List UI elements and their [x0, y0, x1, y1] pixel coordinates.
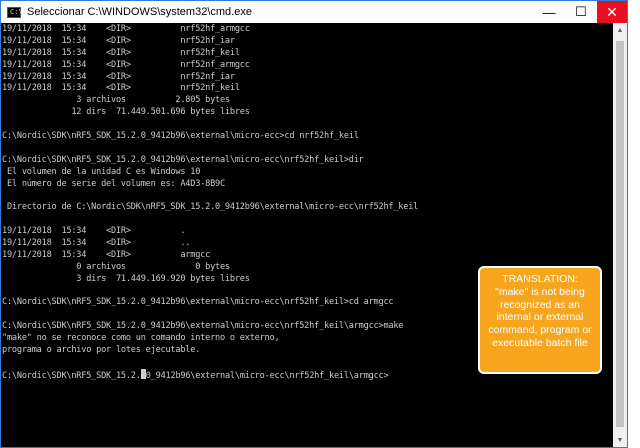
console-line: programa o archivo por lotes ejecutable.: [2, 345, 201, 356]
vertical-scrollbar[interactable]: ▲ ▼: [613, 23, 627, 447]
console-line: C:\Nordic\SDK\nRF5_SDK_15.2.0_9412b96\ex…: [2, 297, 394, 308]
callout-body: "make" is not being recognized as an int…: [488, 285, 592, 349]
console-line: 19/11/2018 15:34 <DIR> nrf52nf_keil: [2, 83, 240, 94]
cmd-icon-label: C:\: [10, 7, 23, 16]
console-line: 19/11/2018 15:34 <DIR> nrf52nf_iar: [2, 71, 235, 82]
window-title: Seleccionar C:\WINDOWS\system32\cmd.exe: [27, 6, 252, 18]
console-line: El número de serie del volumen es: A4D3-…: [2, 178, 225, 189]
console-line: 19/11/2018 15:34 <DIR> nrf52hf_iar: [2, 35, 235, 46]
console-line: "make" no se reconoce como un comando in…: [2, 333, 280, 344]
console-line: C:\Nordic\SDK\nRF5_SDK_15.2.0_9412b96\ex…: [2, 321, 404, 332]
console-line: 0 archivos 0 bytes: [2, 261, 230, 272]
prompt-line[interactable]: C:\Nordic\SDK\nRF5_SDK_15.2. 0_9412b96\ex…: [2, 368, 418, 381]
console-line: 12 dirs 71.449.501.696 bytes libres: [2, 107, 250, 118]
prompt-text-start: C:\Nordic\SDK\nRF5_SDK_15.2.: [2, 370, 141, 381]
console-line: 19/11/2018 15:34 <DIR> ..: [2, 238, 191, 249]
scroll-down-arrow-icon[interactable]: ▼: [613, 433, 627, 447]
console-line: 3 archivos 2.805 bytes: [2, 95, 230, 106]
translation-callout: TRANSLATION: "make" is not being recogni…: [478, 266, 602, 374]
console-line: Directorio de C:\Nordic\SDK\nRF5_SDK_15.…: [2, 202, 419, 213]
window-controls: — ☐ ✕: [533, 1, 627, 23]
scroll-up-arrow-icon[interactable]: ▲: [613, 23, 627, 37]
maximize-button[interactable]: ☐: [565, 1, 597, 23]
callout-heading: TRANSLATION:: [502, 273, 578, 285]
console-area[interactable]: 19/11/2018 15:34 <DIR> nrf52hf_armgcc 19…: [1, 23, 613, 447]
console-line: 3 dirs 71.449.169.920 bytes libres: [2, 273, 250, 284]
title-bar[interactable]: C:\ Seleccionar C:\WINDOWS\system32\cmd.…: [1, 1, 627, 23]
console-line: 19/11/2018 15:34 <DIR> .: [2, 226, 186, 237]
cmd-icon: C:\: [7, 6, 23, 18]
console-line: 19/11/2018 15:34 <DIR> nrf52nf_armgcc: [2, 59, 250, 70]
console-line: C:\Nordic\SDK\nRF5_SDK_15.2.0_9412b96\ex…: [2, 154, 364, 165]
prompt-text-end: 0_9412b96\external\micro-ecc\nrf52hf_kei…: [145, 370, 389, 381]
console-line: 19/11/2018 15:34 <DIR> armgcc: [2, 249, 211, 260]
console-line: 19/11/2018 15:34 <DIR> nrf52hf_armgcc: [2, 24, 250, 34]
close-button[interactable]: ✕: [597, 1, 627, 23]
cmd-window: C:\ Seleccionar C:\WINDOWS\system32\cmd.…: [0, 0, 628, 448]
scrollbar-thumb[interactable]: [616, 41, 624, 427]
console-line: El volumen de la unidad C es Windows 10: [2, 166, 201, 177]
minimize-button[interactable]: —: [533, 1, 565, 23]
console-line: C:\Nordic\SDK\nRF5_SDK_15.2.0_9412b96\ex…: [2, 131, 359, 142]
console-line: 19/11/2018 15:34 <DIR> nrf52hf_keil: [2, 47, 240, 58]
console-output: 19/11/2018 15:34 <DIR> nrf52hf_armgcc 19…: [2, 24, 418, 381]
